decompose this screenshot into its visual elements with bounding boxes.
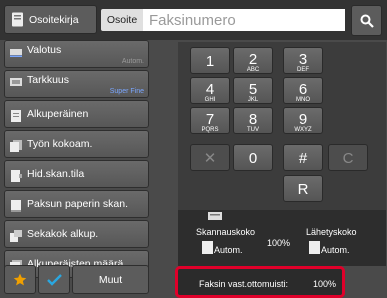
key-redial[interactable]: R bbox=[283, 175, 323, 202]
key-1[interactable]: 1 bbox=[190, 47, 230, 74]
scan-size-label: Skannauskoko bbox=[196, 227, 256, 237]
list-item-label: Tarkkuus bbox=[27, 74, 70, 86]
key-digit: 0 bbox=[248, 150, 258, 167]
fax-number-input[interactable]: Faksinumero bbox=[143, 9, 345, 31]
key-8[interactable]: 8 TUV bbox=[233, 107, 273, 134]
scanner-icon bbox=[208, 212, 222, 220]
original-icon bbox=[11, 110, 21, 122]
key-6[interactable]: 6 MNO bbox=[283, 77, 323, 104]
check-button[interactable] bbox=[38, 265, 70, 294]
list-item-label: Valotus bbox=[27, 44, 62, 56]
key-digit: 5 bbox=[248, 81, 258, 98]
send-size-value: Autom. bbox=[321, 245, 350, 255]
address-book-label: Osoitekirja bbox=[29, 13, 79, 26]
key-digit: 2 bbox=[248, 51, 258, 68]
list-item-label: Sekakok alkup. bbox=[27, 228, 99, 240]
search-icon bbox=[360, 14, 374, 28]
numeric-keypad: 1 2 ABC 3 DEF 4 GHI 5 JKL 6 MNO 7 PQRS 8 TUV 9W… bbox=[178, 42, 386, 210]
list-item-value: Super Fine bbox=[109, 88, 144, 95]
send-size-label: Lähetyskoko bbox=[306, 227, 357, 237]
key-digit: R bbox=[297, 181, 309, 198]
key-digit: 4 bbox=[205, 81, 215, 98]
job-build-icon bbox=[10, 140, 22, 152]
key-letters: WXYZ bbox=[294, 127, 312, 133]
thick-paper-icon bbox=[11, 200, 21, 212]
key-2[interactable]: 2 ABC bbox=[233, 47, 273, 74]
memory-label: Faksin vast.ottomuisti: bbox=[199, 279, 289, 289]
key-digit: 1 bbox=[205, 53, 215, 70]
address-label: Osoite bbox=[101, 9, 143, 31]
key-digit: 6 bbox=[298, 81, 308, 98]
document-icon bbox=[309, 241, 320, 254]
favorite-button[interactable] bbox=[4, 265, 36, 294]
memory-value: 100% bbox=[313, 279, 337, 289]
key-letters: PQRS bbox=[201, 127, 219, 133]
resolution-icon bbox=[10, 78, 22, 86]
address-book-button[interactable]: Osoitekirja bbox=[4, 5, 97, 34]
list-item-resolution[interactable]: Tarkkuus Super Fine bbox=[4, 70, 149, 98]
key-7[interactable]: 7 PQRS bbox=[190, 107, 230, 134]
key-clear[interactable]: C bbox=[328, 144, 368, 171]
list-item-label: Työn kokoam. bbox=[27, 138, 93, 150]
key-digit: # bbox=[298, 150, 308, 167]
key-hash[interactable]: # bbox=[283, 144, 323, 171]
exposure-icon bbox=[10, 49, 22, 57]
size-info-panel: Skannauskoko Lähetyskoko Autom. 100% Aut… bbox=[178, 210, 386, 266]
fax-screen: Osoitekirja Osoite Faksinumero Valotus A… bbox=[0, 0, 387, 298]
key-letters: GHI bbox=[204, 97, 216, 103]
bottom-toolbar: Muut bbox=[4, 265, 149, 295]
list-item-label: Paksun paperin skan. bbox=[27, 198, 128, 210]
key-0[interactable]: 0 bbox=[233, 144, 273, 171]
search-button[interactable] bbox=[351, 5, 382, 36]
key-3[interactable]: 3 DEF bbox=[283, 47, 323, 74]
list-item-thick-paper[interactable]: Paksun paperin skan. bbox=[4, 190, 149, 218]
key-letters: ABC bbox=[246, 67, 260, 73]
list-item-label: Hid.skan.tila bbox=[27, 168, 85, 180]
list-item-mixed-size[interactable]: Sekakok alkup. bbox=[4, 220, 149, 248]
key-digit: 8 bbox=[248, 111, 258, 128]
key-4[interactable]: 4 GHI bbox=[190, 77, 230, 104]
other-button[interactable]: Muut bbox=[72, 265, 149, 294]
scan-size-value: Autom. bbox=[214, 245, 243, 255]
key-digit: C bbox=[342, 150, 354, 167]
list-item-job-build[interactable]: Työn kokoam. bbox=[4, 130, 149, 158]
key-letters: JKL bbox=[247, 97, 259, 103]
key-letters: MNO bbox=[296, 97, 310, 103]
key-letters: TUV bbox=[247, 127, 259, 133]
list-item-slow-scan[interactable]: Hid.skan.tila bbox=[4, 160, 149, 188]
list-item-exposure[interactable]: Valotus Autom. bbox=[4, 40, 149, 68]
ratio-value: 100% bbox=[267, 238, 291, 248]
list-item-value: Autom. bbox=[121, 58, 144, 65]
list-item-label: Alkuperäinen bbox=[27, 108, 89, 120]
key-letters: DEF bbox=[297, 67, 309, 73]
key-digit: 3 bbox=[298, 51, 308, 68]
key-digit: 7 bbox=[205, 111, 215, 128]
top-bar: Osoitekirja Osoite Faksinumero bbox=[0, 0, 387, 40]
mixed-size-icon bbox=[10, 230, 22, 242]
checkmark-icon bbox=[46, 273, 62, 286]
clear-entry-icon: ✕ bbox=[203, 150, 217, 167]
document-icon bbox=[202, 241, 213, 254]
slow-scan-icon bbox=[11, 170, 22, 182]
key-clear-entry[interactable]: ✕ bbox=[190, 144, 230, 171]
star-icon bbox=[13, 273, 27, 285]
address-book-icon bbox=[12, 12, 23, 27]
key-digit: 9 bbox=[298, 111, 308, 128]
key-9[interactable]: 9 WXYZ bbox=[283, 107, 323, 134]
key-5[interactable]: 5 JKL bbox=[233, 77, 273, 104]
settings-list: Valotus Autom. Tarkkuus Super Fine Alkup… bbox=[4, 40, 149, 280]
list-item-original[interactable]: Alkuperäinen bbox=[4, 100, 149, 128]
fax-memory-status: Faksin vast.ottomuisti: 100% bbox=[175, 266, 345, 298]
